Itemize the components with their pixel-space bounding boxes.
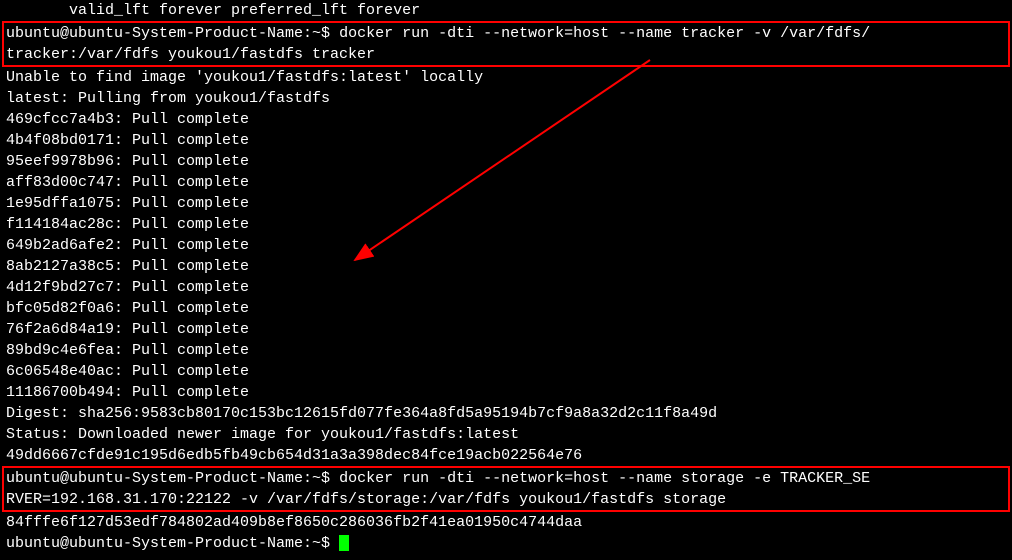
terminal-line-top-fragment: valid_lft forever preferred_lft forever <box>6 0 1006 21</box>
terminal-line-pull: 95eef9978b96: Pull complete <box>6 151 1006 172</box>
terminal-line-pull: 4d12f9bd27c7: Pull complete <box>6 277 1006 298</box>
cursor-icon <box>339 535 349 551</box>
terminal-line-pull: f114184ac28c: Pull complete <box>6 214 1006 235</box>
terminal-line-pull: 649b2ad6afe2: Pull complete <box>6 235 1006 256</box>
terminal-line-pull: 469cfcc7a4b3: Pull complete <box>6 109 1006 130</box>
terminal-line-cmd1[interactable]: ubuntu@ubuntu-System-Product-Name:~$ doc… <box>6 23 1006 44</box>
terminal-line-pull: 4b4f08bd0171: Pull complete <box>6 130 1006 151</box>
terminal-line-cmd2-cont[interactable]: RVER=192.168.31.170:22122 -v /var/fdfs/s… <box>6 489 1006 510</box>
terminal-line-pull: 76f2a6d84a19: Pull complete <box>6 319 1006 340</box>
terminal-line-sha2: 84fffe6f127d53edf784802ad409b8ef8650c286… <box>6 512 1006 533</box>
terminal-line-unable: Unable to find image 'youkou1/fastdfs:la… <box>6 67 1006 88</box>
terminal-line-cmd2[interactable]: ubuntu@ubuntu-System-Product-Name:~$ doc… <box>6 468 1006 489</box>
command-text: docker run -dti --network=host --name tr… <box>330 25 870 42</box>
terminal-line-sha: 49dd6667cfde91c195d6edb5fb49cb654d31a3a3… <box>6 445 1006 466</box>
terminal-line-pull: 89bd9c4e6fea: Pull complete <box>6 340 1006 361</box>
highlight-box-1: ubuntu@ubuntu-System-Product-Name:~$ doc… <box>2 21 1010 67</box>
terminal-line-pull: 1e95dffa1075: Pull complete <box>6 193 1006 214</box>
prompt: ubuntu@ubuntu-System-Product-Name:~$ <box>6 470 330 487</box>
terminal-line-digest: Digest: sha256:9583cb80170c153bc12615fd0… <box>6 403 1006 424</box>
prompt: ubuntu@ubuntu-System-Product-Name:~$ <box>6 25 330 42</box>
terminal-line-latest: latest: Pulling from youkou1/fastdfs <box>6 88 1006 109</box>
terminal-line-pull: 8ab2127a38c5: Pull complete <box>6 256 1006 277</box>
terminal-line-status: Status: Downloaded newer image for youko… <box>6 424 1006 445</box>
terminal-line-pull: 11186700b494: Pull complete <box>6 382 1006 403</box>
terminal-line-final-prompt[interactable]: ubuntu@ubuntu-System-Product-Name:~$ <box>6 533 1006 554</box>
highlight-box-2: ubuntu@ubuntu-System-Product-Name:~$ doc… <box>2 466 1010 512</box>
terminal-line-pull: 6c06548e40ac: Pull complete <box>6 361 1006 382</box>
prompt: ubuntu@ubuntu-System-Product-Name:~$ <box>6 535 339 552</box>
terminal-line-pull: bfc05d82f0a6: Pull complete <box>6 298 1006 319</box>
command-text: docker run -dti --network=host --name st… <box>330 470 870 487</box>
terminal-line-pull: aff83d00c747: Pull complete <box>6 172 1006 193</box>
terminal-line-cmd1-cont[interactable]: tracker:/var/fdfs youkou1/fastdfs tracke… <box>6 44 1006 65</box>
